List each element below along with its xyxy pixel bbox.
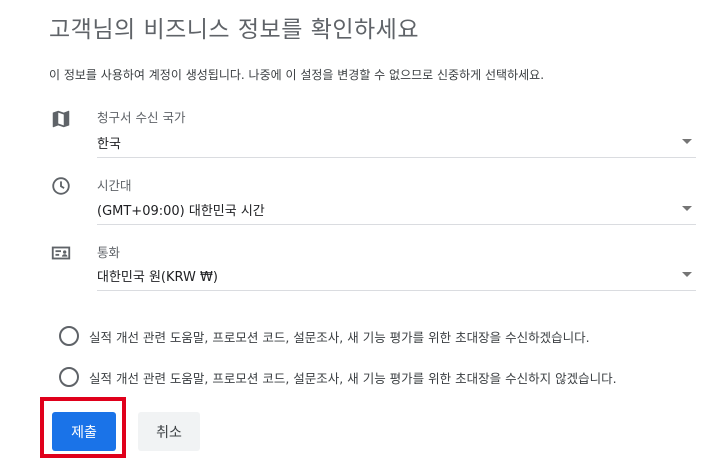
page-title: 고객님의 비즈니스 정보를 확인하세요 <box>49 17 419 43</box>
currency-icon <box>51 246 71 260</box>
timezone-value: (GMT+09:00) 대한민국 시간 <box>97 204 265 219</box>
submit-button[interactable]: 제출 <box>52 412 116 451</box>
chevron-down-icon <box>682 206 692 211</box>
chevron-down-icon <box>682 272 692 277</box>
page-description: 이 정보를 사용하여 계정이 생성됩니다. 나중에 이 설정을 변경할 수 없으… <box>49 68 545 82</box>
chevron-down-icon <box>682 139 692 144</box>
currency-select[interactable]: 대한민국 원(KRW ₩) <box>97 260 696 291</box>
map-icon <box>52 110 70 128</box>
radio-button[interactable] <box>59 326 79 346</box>
billing-country-select[interactable]: 한국 <box>97 127 696 158</box>
timezone-label: 시간대 <box>97 178 132 193</box>
billing-country-label: 청구서 수신 국가 <box>97 110 186 125</box>
email-opt-in-option[interactable]: 실적 개선 관련 도움말, 프로모션 코드, 설문조사, 새 기능 평가를 위한… <box>59 325 679 349</box>
timezone-select[interactable]: (GMT+09:00) 대한민국 시간 <box>97 194 696 225</box>
cancel-button[interactable]: 취소 <box>138 412 200 451</box>
email-opt-in-label: 실적 개선 관련 도움말, 프로모션 코드, 설문조사, 새 기능 평가를 위한… <box>89 330 590 345</box>
email-opt-out-option[interactable]: 실적 개선 관련 도움말, 프로모션 코드, 설문조사, 새 기능 평가를 위한… <box>59 366 699 390</box>
radio-button[interactable] <box>59 367 79 387</box>
billing-country-value: 한국 <box>97 137 121 152</box>
clock-icon <box>52 177 70 195</box>
currency-label: 통화 <box>97 245 121 260</box>
email-opt-out-label: 실적 개선 관련 도움말, 프로모션 코드, 설문조사, 새 기능 평가를 위한… <box>89 371 617 386</box>
currency-value: 대한민국 원(KRW ₩) <box>97 270 218 285</box>
